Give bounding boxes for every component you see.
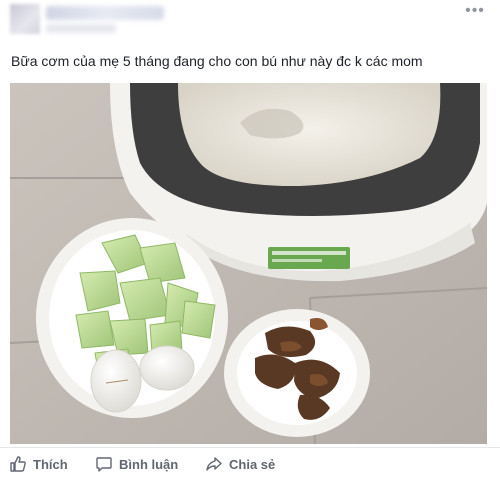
- post-header: •••: [0, 0, 500, 44]
- share-label: Chia sẻ: [229, 456, 276, 472]
- share-arrow-icon: [206, 457, 222, 471]
- meal-photo-illustration: [10, 83, 487, 444]
- post-meta-blurred: [46, 24, 116, 33]
- comment-bubble-icon: [96, 457, 112, 472]
- thumbs-up-icon: [10, 456, 26, 472]
- more-options-button[interactable]: •••: [462, 2, 488, 20]
- like-button[interactable]: Thích: [9, 454, 68, 474]
- comment-button[interactable]: Bình luận: [95, 454, 178, 474]
- post-actions-bar: Thích Bình luận Chia sẻ: [0, 447, 500, 480]
- post-photo[interactable]: [10, 83, 487, 444]
- avatar[interactable]: [10, 4, 40, 34]
- author-name-blurred[interactable]: [46, 6, 164, 20]
- like-label: Thích: [33, 456, 68, 472]
- share-button[interactable]: Chia sẻ: [205, 454, 275, 474]
- post-text: Bữa cơm của mẹ 5 tháng đang cho con bú n…: [11, 53, 423, 69]
- comment-label: Bình luận: [119, 456, 179, 472]
- ellipsis-icon: •••: [465, 2, 485, 19]
